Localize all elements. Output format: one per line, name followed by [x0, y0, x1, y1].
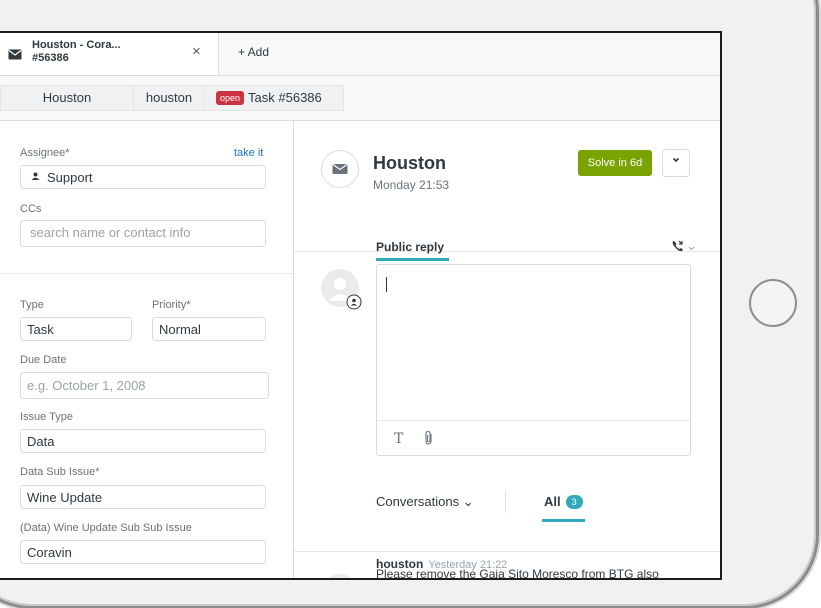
breadcrumb-ticket[interactable]: open Task #56386	[204, 85, 344, 111]
comment-body: Please remove the Gaia Sito Moresco from…	[376, 567, 659, 580]
priority-select[interactable]: Normal	[152, 317, 266, 341]
text-format-icon[interactable]: T	[394, 431, 403, 447]
person-icon	[30, 166, 41, 190]
ccs-label: CCs	[20, 203, 42, 215]
due-date-input[interactable]: e.g. October 1, 2008	[20, 372, 269, 399]
sub-issue-label: Data Sub Issue*	[20, 466, 100, 478]
all-tab-underline	[542, 519, 585, 522]
add-tab-button[interactable]: + Add	[238, 45, 269, 59]
text-caret	[386, 277, 387, 292]
email-channel-icon	[321, 150, 359, 188]
attachment-icon[interactable]	[423, 430, 435, 451]
all-conversations-tab[interactable]: All 3	[544, 494, 583, 509]
ticket-properties-panel: Assignee* take it Support CCs search nam…	[0, 121, 294, 578]
mail-icon	[8, 47, 22, 65]
status-badge: open	[216, 91, 245, 105]
tab-title-line2: #56386	[32, 52, 69, 64]
sub-sub-issue-label: (Data) Wine Update Sub Sub Issue	[20, 522, 192, 534]
ticket-id: Task #56386	[248, 90, 322, 105]
breadcrumb-organization[interactable]: Houston	[0, 85, 134, 111]
all-label: All	[544, 494, 561, 509]
app-screen: Houston - Cora... #56386 × + Add Houston…	[0, 31, 722, 580]
ticket-tab[interactable]: Houston - Cora... #56386 ×	[0, 33, 219, 75]
type-label: Type	[20, 299, 44, 311]
call-icon[interactable]	[670, 238, 696, 259]
breadcrumb: Houston houston open Task #56386	[0, 76, 720, 121]
close-icon[interactable]: ×	[192, 43, 201, 60]
public-reply-underline	[376, 258, 449, 261]
solve-button[interactable]: Solve in 6d	[578, 150, 652, 176]
conversations-filter[interactable]: Conversations ⌄	[376, 494, 474, 510]
tab-title-line1: Houston - Cora...	[32, 39, 121, 51]
chevron-down-icon[interactable]	[662, 149, 690, 177]
issue-type-select[interactable]: Data	[20, 429, 266, 453]
assignee-value: Support	[47, 170, 93, 185]
type-select[interactable]: Task	[20, 317, 132, 341]
reply-editor[interactable]: T	[376, 264, 691, 456]
public-reply-tab[interactable]: Public reply	[376, 240, 444, 254]
ccs-input[interactable]: search name or contact info	[20, 220, 266, 247]
divider	[294, 251, 720, 252]
assignee-label: Assignee*	[20, 147, 70, 159]
ticket-subject: Houston	[373, 153, 446, 173]
divider	[0, 273, 293, 274]
issue-type-label: Issue Type	[20, 411, 73, 423]
ticket-timestamp: Monday 21:53	[373, 178, 450, 192]
sub-issue-select[interactable]: Wine Update	[20, 485, 266, 509]
due-date-label: Due Date	[20, 354, 67, 366]
priority-label: Priority*	[152, 299, 191, 311]
home-button[interactable]	[749, 279, 797, 327]
agent-badge-icon	[346, 294, 362, 315]
all-count-badge: 3	[565, 495, 583, 509]
breadcrumb-requester[interactable]: houston	[133, 85, 205, 111]
conversation-panel: Houston Monday 21:53 Solve in 6d Public …	[294, 121, 720, 578]
sub-sub-issue-select[interactable]: Coravin	[20, 540, 266, 564]
divider	[505, 491, 506, 513]
editor-toolbar-divider	[377, 420, 690, 421]
take-it-link[interactable]: take it	[234, 147, 263, 159]
assignee-field[interactable]: Support	[20, 165, 266, 189]
tab-bar: Houston - Cora... #56386 × + Add	[0, 33, 720, 76]
tab-title: Houston - Cora... #56386	[32, 39, 121, 65]
